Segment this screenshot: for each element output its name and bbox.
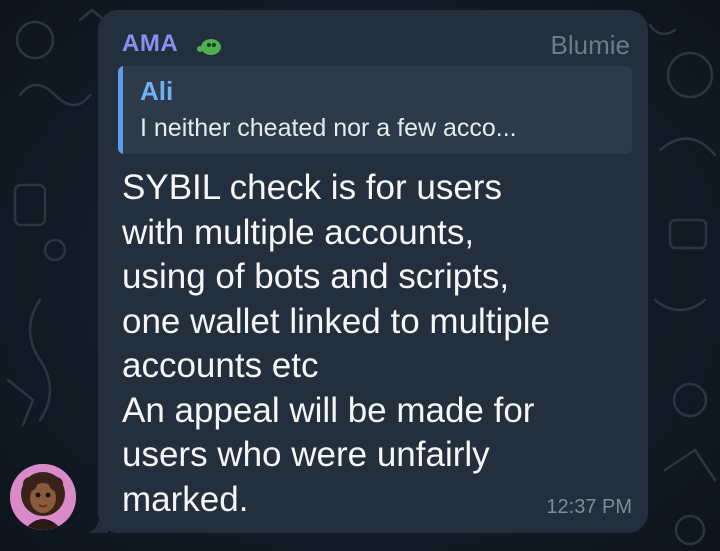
reply-quote[interactable]: Ali I neither cheated nor a few acco...: [118, 66, 632, 154]
message-bubble[interactable]: AMA Blumie Ali I neither cheated nor a f…: [98, 10, 648, 533]
sender-role-tag: Blumie: [550, 30, 630, 60]
sender-row: AMA Blumie: [122, 28, 630, 64]
reply-accent-bar: [118, 66, 123, 154]
green-blob-emoji-icon: [197, 39, 221, 55]
reply-preview: I neither cheated nor a few acco...: [140, 114, 517, 142]
reply-author: Ali: [140, 76, 174, 106]
avatar[interactable]: [10, 464, 76, 530]
message-text: SYBIL check is for users with multiple a…: [122, 168, 551, 519]
sender-name[interactable]: AMA: [122, 30, 178, 58]
message-timestamp: 12:37 PM: [546, 496, 632, 518]
girl-avatar-icon: [10, 464, 76, 530]
